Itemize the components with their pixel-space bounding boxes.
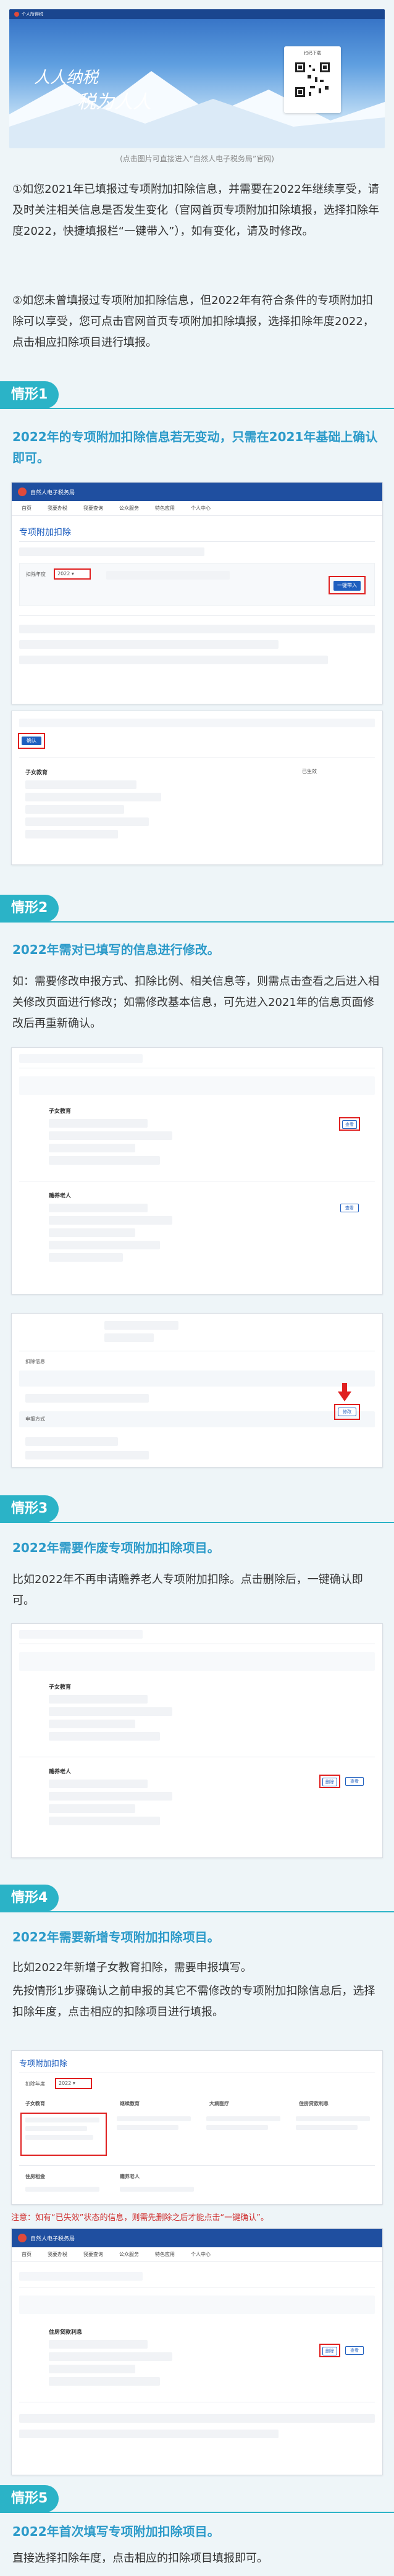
item-elderly: 赡养老人 [49, 1193, 72, 1199]
hero-slogan-2: 税为人人 [77, 91, 151, 113]
year-label: 扣除年度 [25, 2081, 45, 2087]
item-child-edu: 子女教育 [25, 2101, 45, 2106]
portal-logo-icon [18, 2234, 27, 2242]
section-tab-2: 情形2 [0, 895, 59, 922]
nav-item[interactable]: 公众服务 [119, 2251, 139, 2258]
section-2-body: 如：需要修改申报方式、扣除比例、相关信息等，则需点击查看之后进入相关修改页面进行… [12, 975, 379, 1030]
section-5-subtitle: 2022年首次填写专项附加扣除项目。 [12, 2524, 220, 2539]
nav-item[interactable]: 我要查询 [83, 505, 103, 512]
section-divider-2 [0, 921, 394, 923]
item-elderly: 赡养老人 [120, 2174, 140, 2179]
item-child-edu: 子女教育 [25, 770, 48, 776]
item-rent: 住房租金 [25, 2174, 45, 2179]
nav-item[interactable]: 个人中心 [191, 505, 211, 512]
screenshot-2a: 子女教育 查看 赡养老人 查看 [11, 1047, 383, 1294]
confirm-button[interactable]: 确认 [22, 737, 41, 745]
view-button[interactable]: 查看 [345, 1777, 364, 1786]
section-divider-4 [0, 1911, 394, 1912]
year-select[interactable]: 2022 ▾ [55, 2078, 92, 2089]
section-tab-1: 情形1 [0, 381, 59, 408]
delete-button[interactable]: 删除 [322, 2347, 337, 2355]
item-house-loan: 住房贷款利息 [299, 2101, 329, 2106]
intro-paragraph-2: ②如您未曾填报过专项附加扣除信息，但2022年有符合条件的专项附加扣除可以享受，… [12, 294, 374, 349]
info-section-label: 扣除信息 [25, 1359, 45, 1364]
qr-card[interactable]: 扫码下载 [284, 46, 341, 113]
year-select[interactable]: 2022 ▾ [54, 568, 91, 580]
view-button[interactable]: 查看 [340, 1204, 359, 1212]
view-button[interactable]: 查看 [342, 1120, 357, 1129]
section-3-body: 比如2022年不再申请赡养老人专项附加扣除。点击删除后，一键确认即可。 [12, 1573, 363, 1607]
item-serious-illness: 大病医疗 [209, 2101, 229, 2106]
item-house-loan: 住房贷款利息 [49, 2329, 83, 2336]
screenshot-3: 子女教育 赡养老人 删除 查看 [11, 1623, 383, 1858]
item-child-edu: 子女教育 [49, 1109, 72, 1115]
qr-code-icon [294, 61, 331, 98]
nav-item[interactable]: 特色应用 [155, 505, 175, 512]
breadcrumb: 专项附加扣除 [19, 528, 71, 538]
app-title: 个人所得税 [22, 12, 43, 17]
section-tab-5: 情形5 [0, 2485, 59, 2512]
portal-name: 自然人电子税务局 [30, 2236, 75, 2242]
child-edu-card[interactable] [20, 2113, 107, 2156]
breadcrumb: 专项附加扣除 [19, 2059, 68, 2069]
portal-logo-icon [18, 488, 27, 496]
nav-item[interactable]: 我要查询 [83, 2251, 103, 2258]
nav-item[interactable]: 特色应用 [155, 2251, 175, 2258]
portal-nav: 首页 我要办税 我要查询 公众服务 特色应用 个人中心 [12, 501, 382, 516]
item-elderly: 赡养老人 [49, 1769, 72, 1775]
one-click-button[interactable]: 一键带入 [333, 581, 361, 591]
section-tab-3: 情形3 [0, 1495, 59, 1522]
app-logo-icon [14, 12, 19, 17]
declare-method-label: 申报方式 [25, 1416, 45, 1422]
screenshot-2b: 扣除信息 申报方式 修改 [11, 1313, 383, 1467]
item-child-edu: 子女教育 [49, 1684, 72, 1691]
arrow-down-icon [338, 1383, 351, 1401]
screenshot-1b: 确认 子女教育 已生效 [11, 711, 383, 865]
nav-item[interactable]: 个人中心 [191, 2251, 211, 2258]
year-label: 扣除年度 [26, 572, 46, 577]
nav-item[interactable]: 公众服务 [119, 505, 139, 512]
intro-paragraph-1: ①如您2021年已填报过专项附加扣除信息，并需要在2022年继续享受，请及时关注… [12, 183, 379, 238]
portal-nav: 首页 我要办税 我要查询 公众服务 特色应用 个人中心 [12, 2247, 382, 2262]
screenshot-4a: 专项附加扣除 扣除年度 2022 ▾ 子女教育 继续教育 大病医疗 住房贷款利息… [11, 2050, 383, 2205]
screenshot-1a: 自然人电子税务局 首页 我要办税 我要查询 公众服务 特色应用 个人中心 专项附… [11, 482, 383, 704]
portal-header: 自然人电子税务局 [12, 483, 382, 501]
section-divider-1 [0, 408, 394, 409]
view-button[interactable]: 查看 [345, 2346, 364, 2355]
nav-item[interactable]: 我要办税 [48, 2251, 67, 2258]
hero-banner[interactable]: 个人所得税 人人纳税 税为人人 扫码下载 [9, 9, 385, 148]
portal-name: 自然人电子税务局 [30, 489, 75, 496]
nav-item[interactable]: 首页 [22, 505, 31, 512]
hero-slogan-1: 人人纳税 [34, 69, 99, 87]
section-4-subtitle: 2022年需要新增专项附加扣除项目。 [12, 1930, 220, 1945]
screenshot-4b: 自然人电子税务局 首页 我要办税 我要查询 公众服务 特色应用 个人中心 住房贷… [11, 2228, 383, 2475]
section-divider-3 [0, 1522, 394, 1523]
section-5-body: 直接选择扣除年度，点击相应的扣除项目填报即可。 [12, 2552, 268, 2565]
nav-item[interactable]: 我要办税 [48, 505, 67, 512]
item-continuing-edu: 继续教育 [120, 2101, 140, 2106]
delete-button[interactable]: 删除 [322, 1778, 337, 1786]
section-4-note: 注意：如有“已失效”状态的信息，则需先删除之后才能点击“一键确认”。 [11, 2213, 269, 2223]
section-2-subtitle: 2022年需对已填写的信息进行修改。 [12, 942, 220, 957]
status-badge: 已生效 [302, 769, 317, 774]
section-3-subtitle: 2022年需要作废专项附加扣除项目。 [12, 1540, 220, 1555]
qr-hint: 扫码下载 [304, 51, 321, 56]
hero-caption: (点击图片可直接进入“自然人电子税务局”官网) [120, 154, 274, 163]
section-4-body-2: 先按情形1步骤确认之前申报的其它不需修改的专项附加扣除信息后，选择扣除年度，点击… [12, 1985, 375, 2019]
modify-button[interactable]: 修改 [338, 1408, 356, 1416]
nav-item[interactable]: 首页 [22, 2251, 31, 2258]
section-tab-4: 情形4 [0, 1885, 59, 1912]
section-1-subtitle: 2022年的专项附加扣除信息若无变动，只需在2021年基础上确认即可。 [12, 429, 378, 465]
section-divider-5 [0, 2512, 394, 2513]
portal-header: 自然人电子税务局 [12, 2229, 382, 2247]
section-4-body-1: 比如2022年新增子女教育扣除，需要申报填写。 [12, 1961, 252, 1974]
